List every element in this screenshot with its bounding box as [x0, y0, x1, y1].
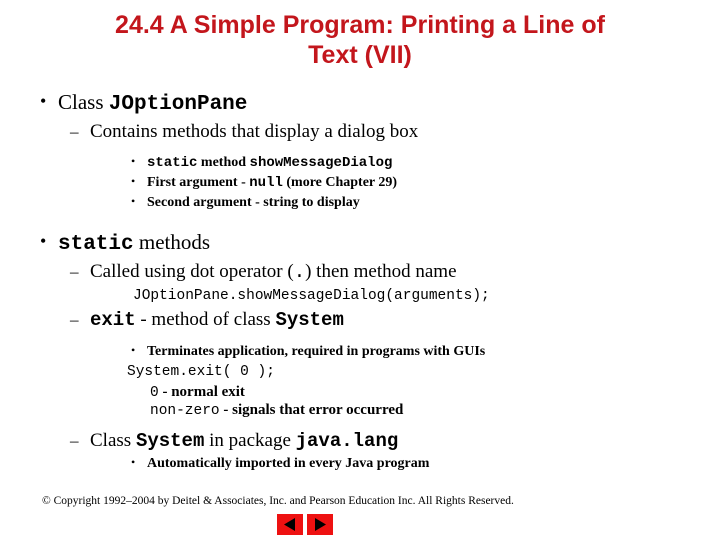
bullet-marker: • [40, 231, 47, 251]
bullet-static-method-showmessagedialog: • static method showMessageDialog [0, 153, 720, 173]
bullet-text-pre: Class [90, 430, 136, 451]
code-showmessagedialog: showMessageDialog [249, 155, 393, 171]
slide-title-line-2: Text (VII) [308, 41, 412, 69]
sub-line-text: - normal exit [158, 384, 245, 400]
slide-title-line-1: 24.4 A Simple Program: Printing a Line o… [115, 11, 605, 39]
bullet-text: Automatically imported in every Java pro… [147, 456, 430, 471]
bullet-text-mid: in package [204, 430, 296, 451]
slide: 24.4 A Simple Program: Printing a Line o… [0, 0, 720, 540]
bullet-called-using-dot-operator: – Called using dot operator (.) then meth… [0, 259, 720, 285]
bullet-contains-methods: – Contains methods that display a dialog … [0, 119, 720, 144]
bullet-text-post: (more Chapter 29) [282, 175, 398, 190]
code-system: System [135, 430, 205, 452]
bullet-text: Contains methods that display a dialog b… [90, 121, 419, 142]
bullet-text: method [197, 155, 250, 170]
bullet-static-methods: • static methods [0, 228, 720, 259]
code-exit: exit [90, 309, 136, 331]
triangle-right-icon [307, 514, 333, 535]
dash-marker: – [70, 310, 79, 329]
sub-line-normal-exit: 0 - normal exit [0, 383, 720, 401]
code-zero: 0 [150, 385, 159, 401]
bullet-terminates-application: • Terminates application, required in pro… [0, 342, 720, 361]
code-non-zero: non-zero [150, 403, 220, 419]
bullet-text: - method of class [135, 309, 276, 330]
bullet-marker: • [131, 174, 136, 188]
bullet-text-post: ) then method name [305, 261, 457, 282]
triangle-left-icon [277, 514, 303, 535]
slide-title: 24.4 A Simple Program: Printing a Line o… [40, 10, 680, 70]
next-slide-button[interactable] [307, 514, 333, 535]
sub-line-text: - signals that error occurred [219, 402, 404, 418]
code-null: null [249, 175, 283, 191]
dash-marker: – [70, 262, 79, 281]
bullet-second-argument: • Second argument - string to display [0, 193, 720, 212]
sub-line-non-zero: non-zero - signals that error occurred [0, 401, 720, 419]
bullet-first-argument: • First argument - null (more Chapter 29) [0, 173, 720, 193]
bullet-marker: • [131, 154, 136, 168]
code-system: System [275, 309, 344, 331]
bullet-exit-method-of-class-system: – exit - method of class System [0, 307, 720, 333]
bullet-marker: • [131, 455, 136, 469]
code-static: static [147, 155, 198, 171]
slide-body: • Class JOptionPane – Contains methods tha… [0, 86, 720, 473]
bullet-class-joptionpane: • Class JOptionPane [0, 88, 720, 119]
bullet-marker: • [131, 194, 136, 208]
bullet-text-pre: First argument - [147, 175, 250, 190]
code-line-showmessagedialog-call: JOptionPane.showMessageDialog(arguments)… [133, 288, 490, 304]
code-static: static [58, 233, 134, 256]
bullet-text: Class [58, 90, 109, 114]
slide-navigation [277, 514, 337, 535]
bullet-text: Second argument - string to display [147, 195, 360, 210]
dash-marker: – [70, 431, 79, 450]
bullet-class-system-in-package-java-lang: – Class System in package java.lang [0, 428, 720, 454]
previous-slide-button[interactable] [277, 514, 303, 535]
code-joptionpane: JOptionPane [108, 93, 248, 116]
bullet-marker: • [131, 343, 136, 357]
bullet-marker: • [40, 91, 47, 111]
bullet-text-pre: Called using dot operator ( [90, 261, 294, 282]
bullet-text: Terminates application, required in prog… [147, 344, 486, 359]
code-line-system-exit: System.exit( 0 ); [127, 364, 275, 380]
bullet-text: methods [133, 230, 211, 254]
copyright-footer: © Copyright 1992–2004 by Deitel & Associ… [42, 495, 514, 507]
code-java-lang: java.lang [295, 430, 399, 452]
dash-marker: – [70, 122, 79, 141]
bullet-automatically-imported: • Automatically imported in every Java pr… [0, 454, 720, 473]
code-dot: . [293, 261, 306, 283]
